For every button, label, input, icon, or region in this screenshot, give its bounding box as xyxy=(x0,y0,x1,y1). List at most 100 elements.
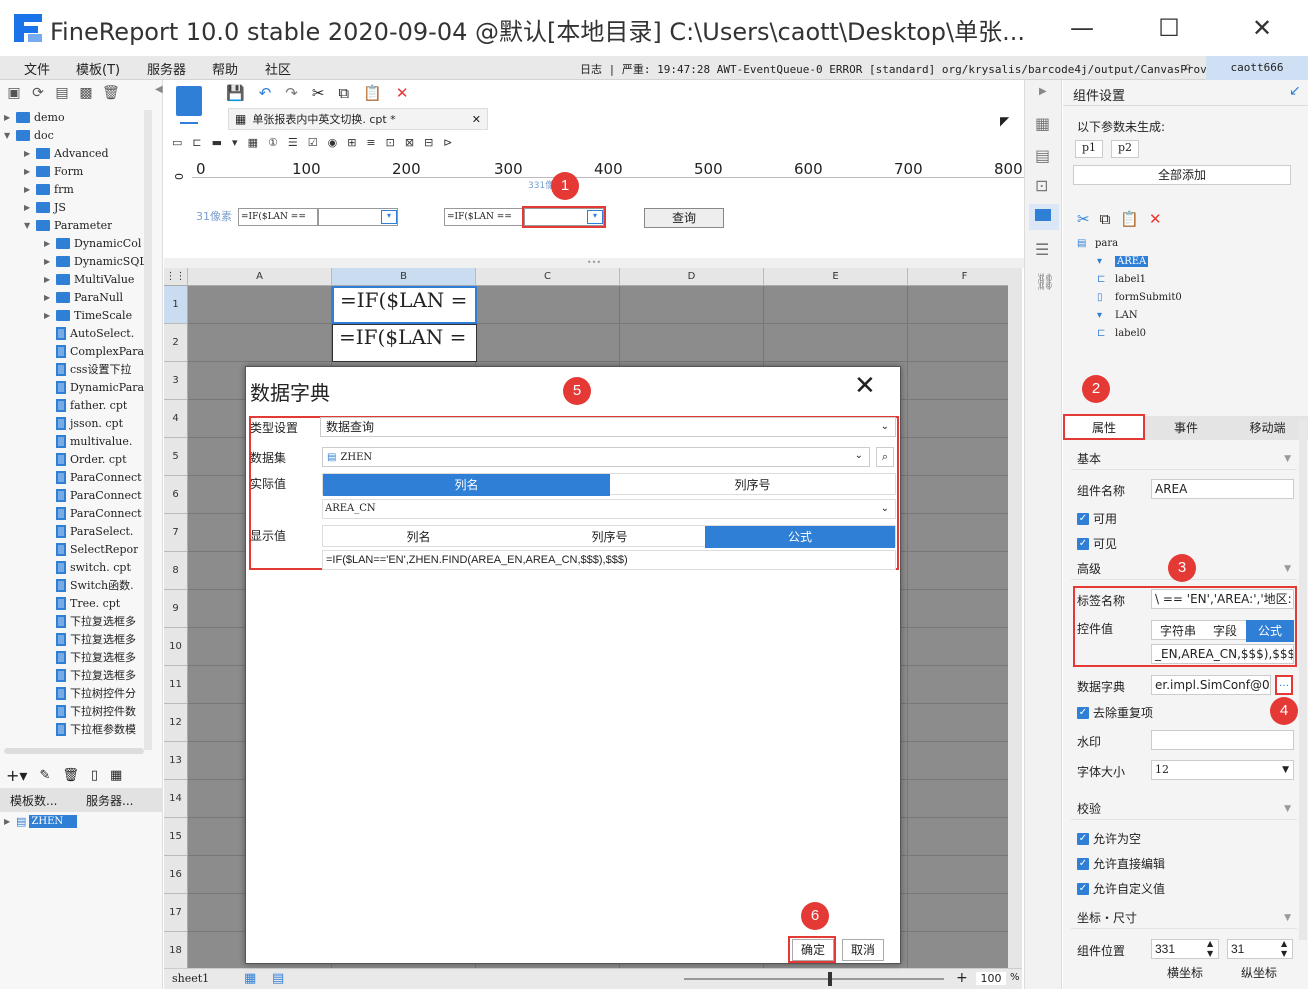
cut-icon[interactable]: ✂ xyxy=(312,84,325,102)
menu-server[interactable]: 服务器 xyxy=(147,59,186,78)
expand-icon[interactable]: ▶ xyxy=(4,113,16,122)
cell-attr-icon[interactable]: ▤ xyxy=(1035,146,1050,165)
pos-x-stepper-icon[interactable]: ▲ ▼ xyxy=(1207,939,1213,959)
section-validate[interactable]: 校验 ▼ xyxy=(1071,798,1297,820)
widget-tree-item[interactable]: ▤ para xyxy=(1077,238,1118,249)
row-header[interactable]: 5 xyxy=(164,438,188,476)
combo-dropdown-icon[interactable]: ▾ xyxy=(381,210,397,224)
delete-icon[interactable]: 🗑 xyxy=(102,85,120,101)
column-header[interactable]: E xyxy=(764,268,908,286)
expand-icon[interactable]: ▶ xyxy=(4,817,16,826)
name-input[interactable]: AREA xyxy=(1151,479,1294,499)
allow-empty-checkbox[interactable]: ✓ 允许为空 xyxy=(1077,830,1141,847)
column-header[interactable]: A xyxy=(188,268,332,286)
tree-file[interactable]: jsson. cpt xyxy=(44,414,123,432)
expand-icon[interactable]: ▶ xyxy=(44,311,56,320)
expand-icon[interactable]: ▶ xyxy=(24,167,36,176)
menu-template[interactable]: 模板(T) xyxy=(76,59,120,78)
tree-file[interactable]: 下拉复选框多 xyxy=(44,612,136,630)
row-header[interactable]: 13 xyxy=(164,742,188,780)
menu-file[interactable]: 文件 xyxy=(24,59,50,78)
tree-file[interactable]: 下拉框参数模 xyxy=(44,720,136,738)
expand-right-icon[interactable]: ▶ xyxy=(1039,86,1047,97)
tree-hscrollbar[interactable] xyxy=(4,748,144,754)
tree-scrollbar[interactable] xyxy=(144,110,152,750)
minimize-button[interactable]: — xyxy=(1057,10,1107,46)
combo-widget-icon[interactable]: ▾ xyxy=(232,136,238,149)
widget-tree-item[interactable]: ▯ formSubmit0 xyxy=(1097,292,1182,303)
row-header[interactable]: 6 xyxy=(164,476,188,514)
zoom-value[interactable]: 100 xyxy=(976,972,1006,985)
dataset-select[interactable]: ▤ ZHEN ⌄ xyxy=(322,447,870,467)
row-header[interactable]: 4 xyxy=(164,400,188,438)
tag-widget-icon[interactable]: ⊠ xyxy=(405,136,414,149)
textarea-widget-icon[interactable]: ☰ xyxy=(288,136,298,149)
collapse-icon[interactable]: ▼ xyxy=(24,221,36,230)
expand-icon[interactable]: ▶ xyxy=(24,185,36,194)
tree-file[interactable]: 下拉复选框多 xyxy=(44,666,136,684)
edit-icon[interactable]: ✎ xyxy=(39,768,50,783)
dict-edit-button[interactable]: … xyxy=(1275,675,1293,695)
tree-file[interactable]: ParaConnect xyxy=(44,468,142,486)
dialog-close-icon[interactable]: ✕ xyxy=(854,371,876,401)
file-tab[interactable]: ▦ 单张报表内中英文切换. cpt * ✕ xyxy=(228,108,488,130)
picture-widget-icon[interactable]: ⊟ xyxy=(424,136,433,149)
zoom-in-icon[interactable]: + xyxy=(956,970,968,986)
cut-icon[interactable]: ✂ xyxy=(1077,210,1090,228)
dedupe-checkbox[interactable]: ✓ 去除重复项 xyxy=(1077,704,1153,721)
widget-tree-item[interactable]: ▾ LAN xyxy=(1097,310,1138,321)
row-header[interactable]: 14 xyxy=(164,780,188,818)
close-button[interactable]: ✕ xyxy=(1237,10,1287,46)
tree-file[interactable]: ParaConnect xyxy=(44,504,142,522)
corner-header[interactable]: ⋮⋮ xyxy=(164,268,188,286)
redo-icon[interactable]: ↷ xyxy=(285,84,298,102)
label-widget-icon[interactable]: ⊏ xyxy=(192,136,201,149)
row-header[interactable]: 15 xyxy=(164,818,188,856)
tab-mobile[interactable]: 移动端 xyxy=(1227,416,1308,440)
text-field-widget-icon[interactable]: ▭ xyxy=(172,136,182,149)
refresh-icon[interactable]: ⟳ xyxy=(30,85,46,101)
display-formula-input[interactable]: =IF($LAN=='EN',ZHEN.FIND(AREA_EN,AREA_CN… xyxy=(322,550,896,570)
tree-file[interactable]: Tree. cpt xyxy=(44,594,120,612)
widget-tree-item[interactable]: ▾ AREA xyxy=(1097,256,1149,267)
tree-folder[interactable]: ▶ MultiValue xyxy=(44,270,134,288)
tree-folder[interactable]: ▶ ParaNull xyxy=(44,288,123,306)
more-widgets-icon[interactable]: ⊳ xyxy=(443,136,452,149)
maximize-button[interactable]: ☐ xyxy=(1144,10,1194,46)
row-header[interactable]: 12 xyxy=(164,704,188,742)
paste-icon[interactable]: 📋 xyxy=(1120,210,1139,228)
float-element-icon[interactable]: ⊡ xyxy=(1035,176,1048,195)
tree-folder[interactable]: ▶ DynamicCol xyxy=(44,234,141,252)
radio-widget-icon[interactable]: ◉ xyxy=(328,136,338,149)
actual-seg-column-index[interactable]: 列序号 xyxy=(610,474,895,496)
actual-column-select[interactable]: AREA_CN ⌄ xyxy=(322,499,896,519)
log-message[interactable]: 日志 | 严重: 19:47:28 AWT-EventQueue-0 ERROR… xyxy=(580,61,1233,77)
tree-file[interactable]: AutoSelect. xyxy=(44,324,134,342)
collapse-icon[interactable]: ▼ xyxy=(4,131,16,140)
tree-file[interactable]: 下拉复选框多 xyxy=(44,630,136,648)
param-p1[interactable]: p1 xyxy=(1075,140,1103,158)
tree-file[interactable]: SelectRepor xyxy=(44,540,138,558)
cell-b1[interactable]: =IF($LAN = xyxy=(332,286,477,324)
column-header[interactable]: B xyxy=(332,268,476,286)
tab-events[interactable]: 事件 xyxy=(1145,416,1227,440)
pane-splitter[interactable]: ••• xyxy=(164,258,1024,268)
lock-icon[interactable]: ▩ xyxy=(78,85,94,101)
user-account[interactable]: caott666 xyxy=(1206,56,1308,80)
row-header[interactable]: 7 xyxy=(164,514,188,552)
add-all-button[interactable]: 全部添加 xyxy=(1073,165,1291,185)
tree-file[interactable]: ParaSelect. xyxy=(44,522,133,540)
tree-file[interactable]: multivalue. xyxy=(44,432,132,450)
query-button[interactable]: 查询 xyxy=(644,208,724,228)
widget-tree-item[interactable]: ⊏ label0 xyxy=(1097,328,1146,339)
add-form-sheet-icon[interactable]: ▤ xyxy=(272,971,284,986)
tree-folder[interactable]: ▶ demo xyxy=(4,108,65,126)
preview-icon[interactable]: ▯ xyxy=(91,768,98,783)
tree-file[interactable]: Switch函数. xyxy=(44,576,134,594)
checkbox-widget-icon[interactable]: ☑ xyxy=(308,136,318,149)
row-header[interactable]: 11 xyxy=(164,666,188,704)
param-p2[interactable]: p2 xyxy=(1111,140,1139,158)
expand-icon[interactable]: ▶ xyxy=(24,203,36,212)
copy-icon[interactable]: ⧉ xyxy=(1100,210,1111,228)
tree-folder[interactable]: ▼ Parameter xyxy=(24,216,112,234)
